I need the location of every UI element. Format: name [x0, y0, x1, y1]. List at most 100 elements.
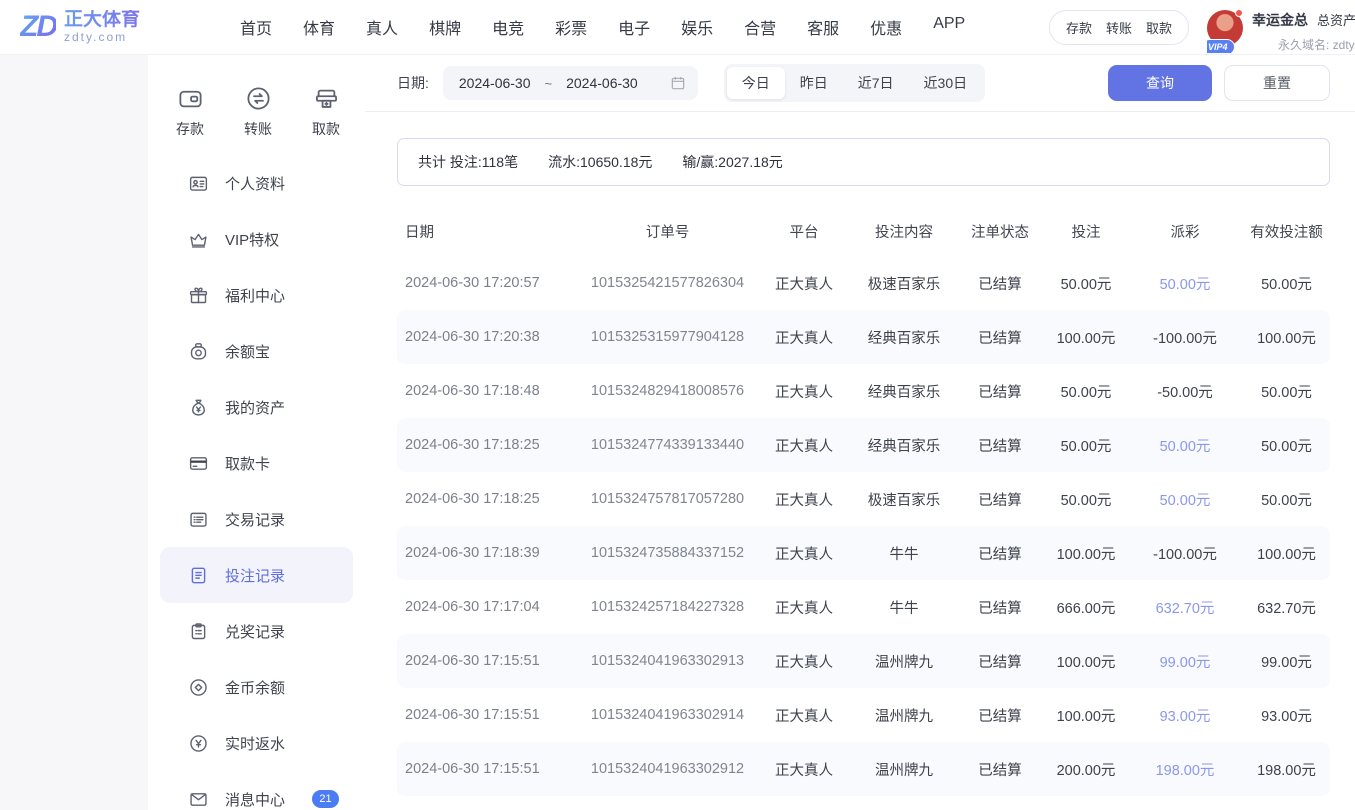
- cell-status: 已结算: [955, 273, 1045, 294]
- nav-item[interactable]: 棋牌: [429, 15, 461, 39]
- range-chip[interactable]: 近30日: [909, 67, 983, 99]
- range-chip[interactable]: 昨日: [785, 67, 843, 99]
- cell-platform: 正大真人: [755, 327, 853, 348]
- cell-status: 已结算: [955, 651, 1045, 672]
- summary-segment: 输/赢:2027.18元: [682, 152, 782, 172]
- reset-button[interactable]: 重置: [1224, 65, 1330, 101]
- column-header: 有效投注额: [1243, 221, 1330, 242]
- nav-item[interactable]: 电子: [618, 15, 650, 39]
- sidebar-item[interactable]: 实时返水: [160, 715, 353, 771]
- sidebar-item-label: 福利中心: [225, 285, 285, 306]
- nav-item[interactable]: 彩票: [555, 15, 587, 39]
- quick-action-label: 取款: [312, 119, 340, 139]
- cell-content: 温州牌九: [853, 705, 955, 726]
- cell-bet: 666.00元: [1045, 597, 1127, 618]
- sidebar-item[interactable]: 投注记录: [160, 547, 353, 603]
- table-row: 2024-06-30 17:18:481015324829418008576正大…: [397, 364, 1330, 418]
- search-button[interactable]: 查询: [1108, 65, 1212, 101]
- wallet-action[interactable]: 存款: [1066, 18, 1092, 37]
- cell-order: 1015324041963302914: [580, 707, 755, 723]
- column-header: 投注内容: [853, 221, 955, 242]
- nav-item[interactable]: 客服: [807, 15, 839, 39]
- column-header: 日期: [405, 221, 580, 242]
- sidebar-item-label: 个人资料: [225, 173, 285, 194]
- cell-bet: 100.00元: [1045, 705, 1127, 726]
- cell-order: 1015324041963302912: [580, 761, 755, 777]
- sidebar-item[interactable]: VIP特权: [160, 211, 353, 267]
- cell-order: 1015325421577826304: [580, 275, 755, 291]
- cell-content: 极速百家乐: [853, 273, 955, 294]
- brand-name: 正大体育: [64, 10, 140, 31]
- permanent-domain-note: 永久域名: zdty.com: [1252, 36, 1355, 53]
- date-range-input[interactable]: 2024-06-30 ~ 2024-06-30: [443, 66, 698, 100]
- nav-item[interactable]: 首页: [240, 15, 272, 39]
- cell-content: 温州牌九: [853, 759, 955, 780]
- cell-payout: -50.00元: [1127, 381, 1243, 402]
- sidebar-item[interactable]: 个人资料: [160, 155, 353, 211]
- notification-dot-icon: [1235, 9, 1243, 17]
- nav-item[interactable]: 合营: [744, 15, 776, 39]
- cell-platform: 正大真人: [755, 651, 853, 672]
- nav-item[interactable]: 电竞: [492, 15, 524, 39]
- table-row: 2024-06-30 17:18:251015324774339133440正大…: [397, 418, 1330, 472]
- table-body: 2024-06-30 17:20:571015325421577826304正大…: [397, 256, 1330, 796]
- cell-valid: 100.00元: [1243, 327, 1330, 348]
- wallet-action[interactable]: 取款: [1146, 18, 1172, 37]
- column-header: 平台: [755, 221, 853, 242]
- cell-status: 已结算: [955, 759, 1045, 780]
- coins-icon: [188, 677, 209, 698]
- quick-action-转账[interactable]: 转账: [234, 85, 282, 139]
- quick-range-group: 今日昨日近7日近30日: [724, 64, 985, 102]
- sidebar-item[interactable]: 我的资产: [160, 379, 353, 435]
- sidebar-item[interactable]: 兑奖记录: [160, 603, 353, 659]
- brand-domain: zdty.com: [64, 31, 140, 44]
- brand-logo[interactable]: ZD 正大体育 zdty.com: [20, 10, 140, 44]
- withdraw-icon: [313, 85, 340, 112]
- wallet-action[interactable]: 转账: [1106, 18, 1132, 37]
- cell-platform: 正大真人: [755, 597, 853, 618]
- sidebar-item[interactable]: 消息中心21: [160, 771, 353, 810]
- cell-bet: 100.00元: [1045, 651, 1127, 672]
- nav-item[interactable]: 体育: [303, 15, 335, 39]
- card-icon: [188, 453, 209, 474]
- main-content: 日期: 2024-06-30 ~ 2024-06-30 今日昨日近7日近30日 …: [365, 55, 1355, 810]
- range-chip[interactable]: 近7日: [843, 67, 909, 99]
- nav-item[interactable]: 娱乐: [681, 15, 713, 39]
- top-header: ZD 正大体育 zdty.com 首页 体育 真人 棋牌 电竞 彩票 电子 娱乐 合营 客服 优惠 A…: [0, 0, 1355, 55]
- cell-date: 2024-06-30 17:20:38: [405, 329, 580, 345]
- sidebar-item-label: 实时返水: [225, 733, 285, 754]
- nav-item[interactable]: 真人: [366, 15, 398, 39]
- cell-content: 温州牌九: [853, 651, 955, 672]
- table-row: 2024-06-30 17:17:041015324257184227328正大…: [397, 580, 1330, 634]
- quick-action-取款[interactable]: 取款: [302, 85, 350, 139]
- user-nickname: 幸运金总: [1252, 10, 1308, 30]
- cell-date: 2024-06-30 17:18:25: [405, 491, 580, 507]
- table-row: 2024-06-30 17:15:511015324041963302912正大…: [397, 742, 1330, 796]
- cell-platform: 正大真人: [755, 759, 853, 780]
- column-header: 订单号: [580, 221, 755, 242]
- sidebar-item[interactable]: 金币余额: [160, 659, 353, 715]
- user-block[interactable]: VIP4 幸运金总 总资产: 永久域名: zdty.com: [1207, 3, 1355, 53]
- sidebar-item[interactable]: 交易记录: [160, 491, 353, 547]
- user-assets-label: 总资产:: [1317, 10, 1355, 29]
- cell-date: 2024-06-30 17:18:48: [405, 383, 580, 399]
- cell-bet: 100.00元: [1045, 543, 1127, 564]
- nav-item[interactable]: 优惠: [870, 15, 902, 39]
- sidebar-item[interactable]: 取款卡: [160, 435, 353, 491]
- sidebar-quick-actions: 存款转账 取款: [148, 85, 365, 139]
- cell-valid: 50.00元: [1243, 381, 1330, 402]
- cell-bet: 100.00元: [1045, 327, 1127, 348]
- transfer-icon: [245, 85, 272, 112]
- cell-status: 已结算: [955, 435, 1045, 456]
- main-nav: 首页 体育 真人 棋牌 电竞 彩票 电子 娱乐 合营 客服 优惠 APP: [240, 15, 965, 39]
- nav-item[interactable]: APP: [933, 15, 965, 39]
- quick-action-存款[interactable]: 存款: [166, 85, 214, 139]
- cell-valid: 50.00元: [1243, 435, 1330, 456]
- sidebar-item[interactable]: 福利中心: [160, 267, 353, 323]
- sidebar-item[interactable]: 余额宝: [160, 323, 353, 379]
- date-separator: ~: [545, 76, 553, 91]
- quick-action-label: 转账: [244, 119, 272, 139]
- sidebar-item-label: 兑奖记录: [225, 621, 285, 642]
- sidebar-item-label: VIP特权: [225, 229, 279, 250]
- range-chip[interactable]: 今日: [727, 67, 785, 99]
